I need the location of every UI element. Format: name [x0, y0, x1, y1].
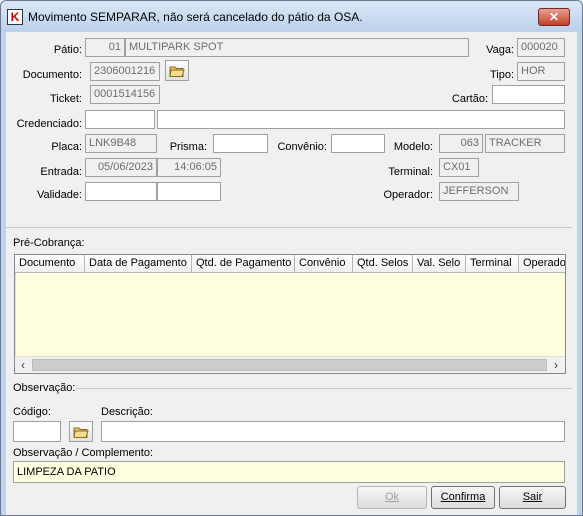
cartao-label: Cartão:	[451, 93, 488, 105]
codigo-field[interactable]	[13, 421, 61, 442]
modelo-name-field[interactable]: TRACKER	[485, 134, 565, 153]
operador-label: Operador:	[383, 189, 433, 201]
folder-icon	[169, 66, 185, 77]
credenciado-code-field[interactable]	[85, 110, 155, 129]
column-header-operador[interactable]: Operador	[519, 255, 565, 273]
horizontal-scrollbar[interactable]: ‹ ›	[15, 356, 565, 373]
window-title: Movimento SEMPARAR, não será cancelado d…	[28, 10, 363, 24]
ok-button-label: Ok	[384, 491, 400, 503]
modelo-code-field[interactable]: 063	[439, 134, 483, 153]
tipo-field[interactable]: HOR	[517, 62, 565, 81]
convenio-field[interactable]	[331, 134, 385, 153]
patio-label: Pátio:	[53, 44, 82, 56]
pre-cobranca-label: Pré-Cobrança:	[13, 237, 85, 249]
vaga-field[interactable]: 000020	[517, 38, 565, 57]
confirma-button-label: Confirma	[440, 491, 486, 503]
credenciado-name-field[interactable]	[157, 110, 565, 129]
column-header-qtd-selos[interactable]: Qtd. Selos	[353, 255, 413, 273]
sair-button[interactable]: Sair	[499, 486, 566, 509]
scroll-left-icon[interactable]: ‹	[16, 359, 30, 372]
observacao-section-label: Observação:	[13, 382, 76, 394]
prisma-field[interactable]	[213, 134, 268, 153]
complemento-field[interactable]: LIMPEZA DA PATIO	[13, 461, 565, 483]
column-header-documento[interactable]: Documento	[15, 255, 85, 273]
prisma-label: Prisma:	[169, 141, 207, 153]
grid-header: Documento Data de Pagamento Qtd. de Paga…	[15, 255, 565, 273]
modelo-label: Modelo:	[393, 141, 433, 153]
descricao-field[interactable]	[101, 421, 565, 442]
confirma-button[interactable]: Confirma	[431, 486, 495, 509]
close-button[interactable]: ✕	[538, 8, 570, 26]
convenio-label: Convênio:	[277, 141, 327, 153]
patio-name-field[interactable]: MULTIPARK SPOT	[125, 38, 469, 57]
documento-field[interactable]: 2306001216	[90, 62, 160, 81]
patio-code-field[interactable]: 01	[85, 38, 125, 57]
app-logo-icon: K	[7, 9, 23, 25]
terminal-label: Terminal:	[388, 166, 433, 178]
credenciado-label: Credenciado:	[16, 118, 82, 130]
placa-field[interactable]: LNK9B48	[85, 134, 157, 153]
sair-button-label: Sair	[522, 491, 543, 503]
observacao-divider	[76, 388, 572, 389]
documento-search-button[interactable]	[165, 60, 189, 81]
codigo-label: Código:	[13, 406, 51, 418]
cartao-field[interactable]	[492, 85, 565, 104]
folder-icon	[73, 427, 89, 438]
validade-date-field[interactable]	[85, 182, 157, 201]
column-header-data-pagamento[interactable]: Data de Pagamento	[85, 255, 192, 273]
documento-label: Documento:	[22, 69, 82, 81]
section-divider	[6, 227, 572, 228]
complemento-label: Observação / Complemento:	[13, 447, 154, 459]
dialog-body: Pátio: 01 MULTIPARK SPOT Vaga: 000020 Do…	[6, 32, 577, 515]
dialog-window: K Movimento SEMPARAR, não será cancelado…	[0, 0, 583, 516]
column-header-val-selo[interactable]: Val. Selo	[413, 255, 466, 273]
validade-time-field[interactable]	[157, 182, 221, 201]
column-header-convenio[interactable]: Convênio	[295, 255, 353, 273]
column-header-terminal[interactable]: Terminal	[466, 255, 519, 273]
operador-field[interactable]: JEFFERSON	[439, 182, 519, 201]
codigo-search-button[interactable]	[69, 421, 93, 442]
scroll-right-icon[interactable]: ›	[549, 359, 563, 372]
entrada-label: Entrada:	[40, 166, 82, 178]
placa-label: Placa:	[51, 141, 82, 153]
terminal-field[interactable]: CX01	[439, 158, 479, 177]
title-bar[interactable]: K Movimento SEMPARAR, não será cancelado…	[1, 1, 582, 31]
descricao-label: Descrição:	[101, 406, 153, 418]
validade-label: Validade:	[36, 189, 82, 201]
ticket-field[interactable]: 0001514156	[90, 85, 160, 104]
scrollbar-thumb[interactable]	[32, 359, 547, 371]
column-header-qtd-pagamento[interactable]: Qtd. de Pagamento	[192, 255, 295, 273]
pre-cobranca-grid[interactable]: Documento Data de Pagamento Qtd. de Paga…	[14, 254, 566, 374]
entrada-time-field[interactable]: 14:06:05	[157, 158, 221, 177]
tipo-label: Tipo:	[489, 69, 514, 81]
entrada-date-field[interactable]: 05/06/2023	[85, 158, 157, 177]
vaga-label: Vaga:	[486, 44, 514, 56]
ok-button[interactable]: Ok	[357, 486, 427, 509]
ticket-label: Ticket:	[50, 93, 82, 105]
grid-body[interactable]	[15, 273, 565, 357]
